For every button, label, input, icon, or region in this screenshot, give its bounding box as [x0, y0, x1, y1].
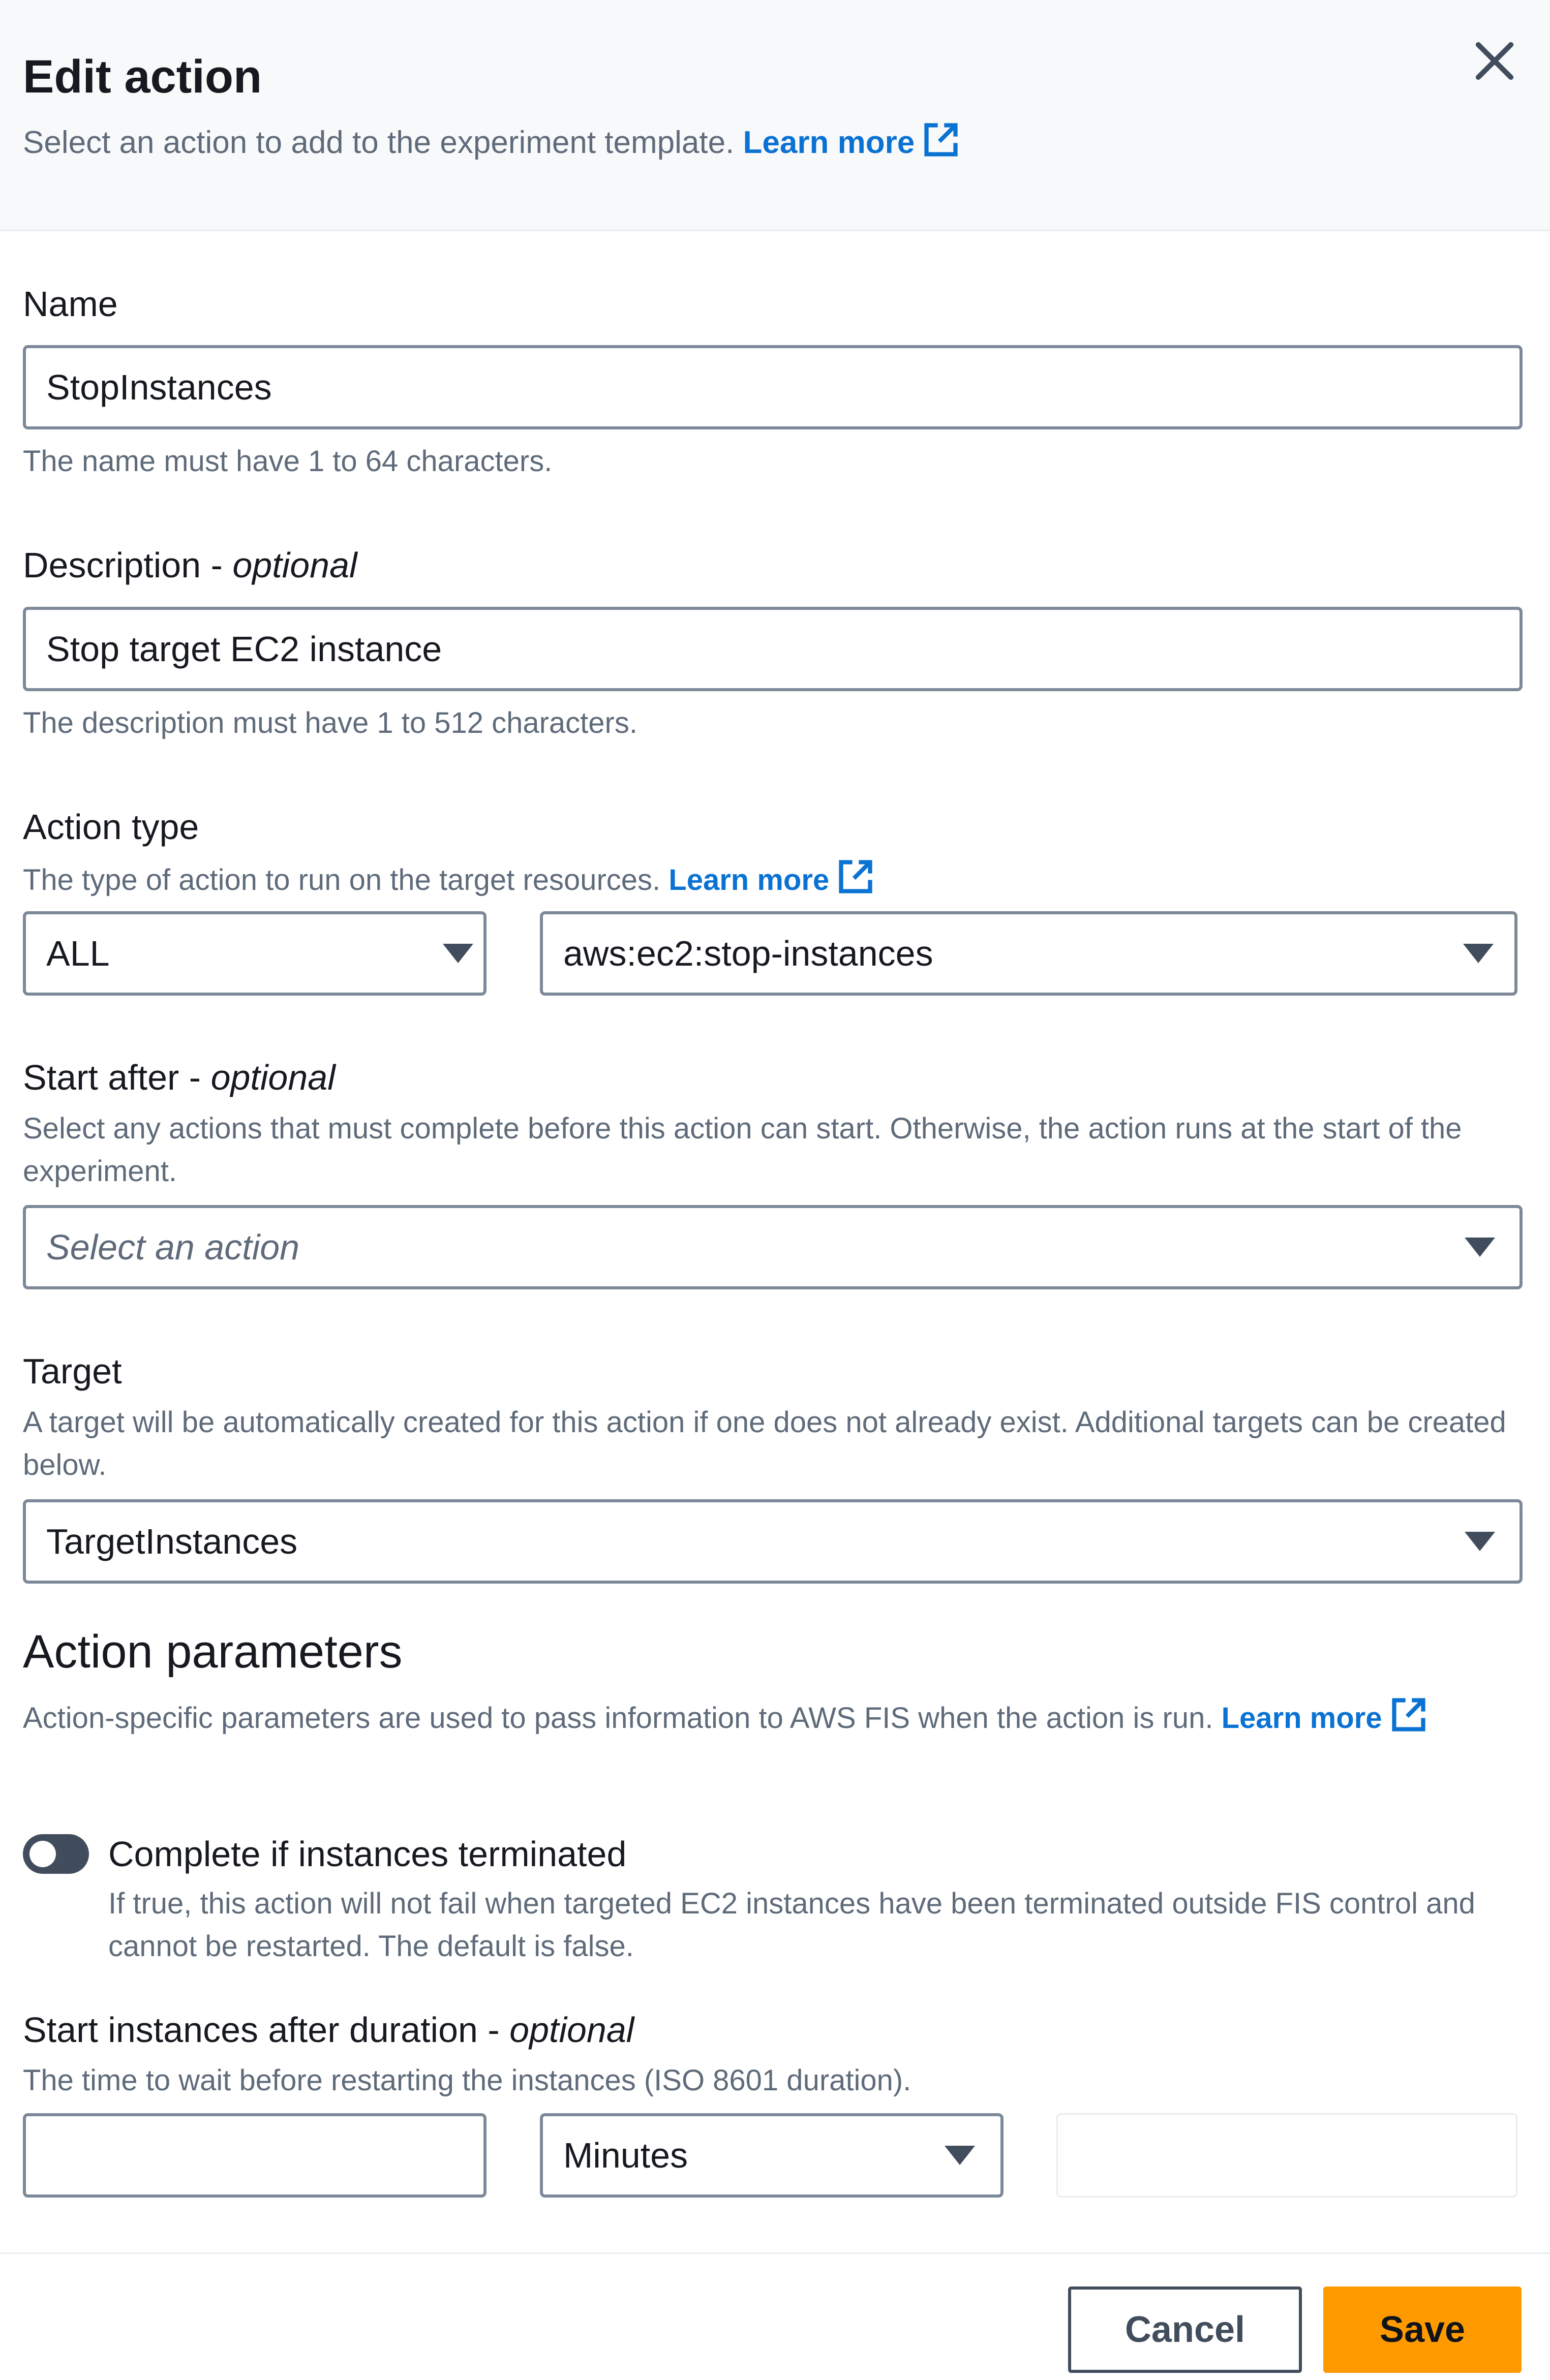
description-input[interactable]: Stop target EC2 instance — [23, 607, 1523, 691]
target-hint: A target will be automatically created f… — [23, 1406, 1506, 1481]
target-label: Target — [23, 1351, 122, 1391]
caret-down-icon — [1465, 1238, 1495, 1257]
start-after-label-text: Start after - — [23, 1058, 211, 1097]
start-after-optional: optional — [210, 1058, 336, 1097]
action-type-filter-select[interactable]: ALL — [23, 911, 487, 996]
edit-action-modal: Edit action Select an action to add to t… — [0, 0, 1550, 2380]
caret-down-icon — [1463, 944, 1494, 963]
close-button[interactable] — [1467, 33, 1523, 89]
duration-unit-select[interactable]: Minutes — [540, 2113, 1004, 2198]
footer-divider — [0, 2252, 1550, 2254]
action-type-filter-value: ALL — [46, 934, 110, 973]
duration-value-input[interactable] — [23, 2113, 487, 2198]
description-optional: optional — [232, 545, 357, 585]
action-parameters-learn-more-label: Learn more — [1221, 1702, 1382, 1735]
action-parameters-learn-more-link[interactable]: Learn more — [1221, 1698, 1428, 1735]
caret-down-icon — [443, 944, 473, 963]
target-value: TargetInstances — [46, 1522, 298, 1561]
action-parameters-title: Action parameters — [23, 1626, 403, 1678]
name-input[interactable]: StopInstances — [23, 345, 1523, 429]
action-parameters-hint-text: Action-specific parameters are used to p… — [23, 1702, 1213, 1735]
start-after-hint: Select any actions that must complete be… — [23, 1112, 1462, 1188]
toggle-knob — [29, 1841, 56, 1867]
action-type-hint-text: The type of action to run on the target … — [23, 863, 661, 897]
duration-hint: The time to wait before restarting the i… — [23, 2064, 911, 2097]
toggle-description: If true, this action will not fail when … — [108, 1887, 1475, 1963]
caret-down-icon — [945, 2146, 975, 2165]
description-label: Description - optional — [23, 544, 357, 586]
action-type-select[interactable]: aws:ec2:stop-instances — [540, 911, 1517, 996]
toggle-label: Complete if instances terminated — [108, 1834, 627, 1874]
name-hint: The name must have 1 to 64 characters. — [23, 445, 553, 478]
external-link-icon — [1391, 1698, 1425, 1732]
duration-optional: optional — [509, 2010, 634, 2050]
modal-title: Edit action — [23, 51, 262, 103]
duration-unit-value: Minutes — [563, 2136, 688, 2175]
action-type-label: Action type — [23, 807, 199, 847]
action-type-learn-more-label: Learn more — [668, 863, 830, 897]
description-hint: The description must have 1 to 512 chara… — [23, 706, 637, 739]
description-label-text: Description - — [23, 545, 233, 585]
close-icon — [1475, 42, 1514, 80]
name-label: Name — [23, 284, 118, 324]
complete-if-terminated-toggle[interactable] — [23, 1834, 89, 1874]
action-type-value: aws:ec2:stop-instances — [563, 934, 933, 973]
modal-subtitle-text: Select an action to add to the experimen… — [23, 125, 735, 160]
action-type-learn-more-link[interactable]: Learn more — [668, 860, 875, 897]
header-learn-more-label: Learn more — [743, 125, 915, 160]
start-after-placeholder: Select an action — [46, 1227, 300, 1267]
target-select[interactable]: TargetInstances — [23, 1499, 1523, 1584]
duration-label-text: Start instances after duration - — [23, 2010, 510, 2050]
modal-header: Edit action Select an action to add to t… — [0, 0, 1550, 231]
start-after-label: Start after - optional — [23, 1056, 336, 1099]
duration-iso-input — [1056, 2113, 1517, 2198]
action-type-hint: The type of action to run on the target … — [23, 857, 875, 902]
duration-label: Start instances after duration - optiona… — [23, 2008, 634, 2051]
modal-subtitle: Select an action to add to the experimen… — [23, 120, 960, 162]
external-link-icon — [924, 123, 958, 157]
external-link-icon — [839, 860, 872, 893]
header-learn-more-link[interactable]: Learn more — [743, 123, 961, 160]
save-button[interactable]: Save — [1323, 2286, 1522, 2373]
caret-down-icon — [1465, 1532, 1495, 1551]
cancel-button[interactable]: Cancel — [1068, 2286, 1302, 2373]
action-parameters-hint: Action-specific parameters are used to p… — [23, 1695, 1523, 1740]
start-after-select[interactable]: Select an action — [23, 1205, 1523, 1289]
